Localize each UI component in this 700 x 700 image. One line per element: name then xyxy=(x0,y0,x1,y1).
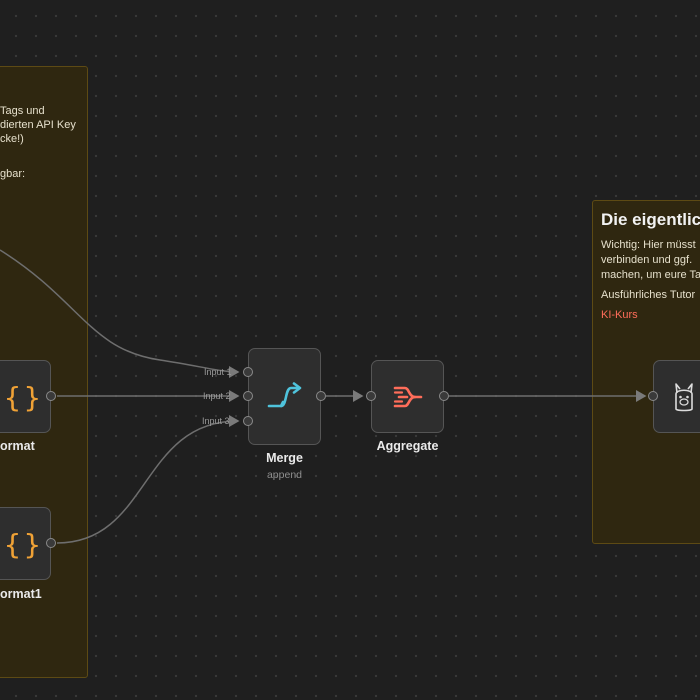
connection-upstream-to-merge-input-1[interactable] xyxy=(0,249,240,378)
ollama-input-handle[interactable] xyxy=(648,391,658,401)
merge-output-handle[interactable] xyxy=(316,391,326,401)
merge-node[interactable] xyxy=(248,348,321,445)
curly-braces-icon: {} xyxy=(4,381,44,414)
merge-icon xyxy=(267,381,301,407)
format-node[interactable]: {} xyxy=(0,360,51,433)
curly-braces-icon: {} xyxy=(4,528,44,561)
format1-node[interactable]: {} xyxy=(0,507,51,580)
merge-node-label: Merge xyxy=(266,451,303,465)
merge-input-1-label: Input 1 xyxy=(204,367,232,377)
format1-node-label: ormat1 xyxy=(0,587,42,601)
format-node-label: ormat xyxy=(0,439,35,453)
merge-input-3-label: Input 3 xyxy=(202,416,230,426)
llama-icon xyxy=(675,382,693,411)
merge-input-2-handle[interactable] xyxy=(243,391,253,401)
aggregate-input-handle[interactable] xyxy=(366,391,376,401)
ollama-node[interactable] xyxy=(653,360,700,433)
merge-input-2-label: Input 2 xyxy=(203,391,231,401)
aggregate-output-handle[interactable] xyxy=(439,391,449,401)
format1-output-handle[interactable] xyxy=(46,538,56,548)
merge-node-subtitle: append xyxy=(266,469,303,481)
connections-layer xyxy=(0,249,647,544)
merge-input-3-handle[interactable] xyxy=(243,416,253,426)
aggregate-node[interactable] xyxy=(371,360,444,433)
format-output-handle[interactable] xyxy=(46,391,56,401)
merge-input-1-handle[interactable] xyxy=(243,367,253,377)
connection-format1-to-merge-input-3[interactable] xyxy=(56,415,240,544)
aggregate-node-label: Aggregate xyxy=(376,439,439,453)
aggregate-icon xyxy=(393,386,422,407)
